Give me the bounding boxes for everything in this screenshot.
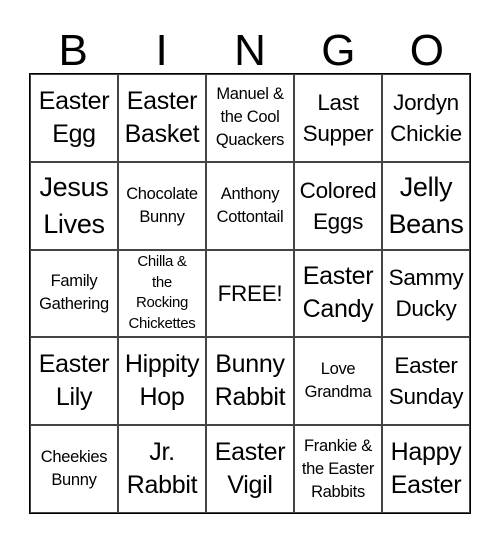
- free-cell[interactable]: FREE!: [206, 249, 294, 338]
- bingo-cell[interactable]: Easter Sunday: [382, 337, 470, 426]
- header-letter-i: I: [155, 26, 168, 75]
- bingo-cell[interactable]: Jelly Beans: [382, 161, 470, 250]
- header-letter-o: O: [409, 26, 444, 75]
- bingo-cell[interactable]: Easter Basket: [118, 74, 206, 162]
- bingo-cell[interactable]: Easter Egg: [30, 74, 118, 162]
- bingo-cell[interactable]: Easter Vigil: [206, 425, 294, 513]
- bingo-cell[interactable]: Bunny Rabbit: [206, 337, 294, 426]
- bingo-grid: Easter Egg Easter Basket Manuel & the Co…: [29, 73, 471, 514]
- bingo-cell[interactable]: Easter Candy: [294, 249, 382, 338]
- bingo-cell[interactable]: Manuel & the Cool Quackers: [206, 74, 294, 162]
- bingo-cell[interactable]: Easter Lily: [30, 337, 118, 426]
- bingo-cell[interactable]: Chocolate Bunny: [118, 161, 206, 250]
- bingo-header: B I N G O: [29, 28, 471, 73]
- bingo-cell[interactable]: Hippity Hop: [118, 337, 206, 426]
- bingo-cell[interactable]: Last Supper: [294, 74, 382, 162]
- bingo-cell[interactable]: Happy Easter: [382, 425, 470, 513]
- bingo-cell[interactable]: Jesus Lives: [30, 161, 118, 250]
- bingo-cell[interactable]: Love Grandma: [294, 337, 382, 426]
- bingo-cell[interactable]: Family Gathering: [30, 249, 118, 338]
- bingo-cell[interactable]: Cheekies Bunny: [30, 425, 118, 513]
- bingo-cell[interactable]: Anthony Cottontail: [206, 161, 294, 250]
- header-letter-b: B: [58, 26, 88, 75]
- bingo-cell[interactable]: Chilla & the Rocking Chickettes: [118, 249, 206, 338]
- bingo-cell[interactable]: Jr. Rabbit: [118, 425, 206, 513]
- bingo-cell[interactable]: Colored Eggs: [294, 161, 382, 250]
- bingo-cell[interactable]: Jordyn Chickie: [382, 74, 470, 162]
- bingo-cell[interactable]: Sammy Ducky: [382, 249, 470, 338]
- header-letter-n: N: [234, 26, 266, 75]
- bingo-cell[interactable]: Frankie & the Easter Rabbits: [294, 425, 382, 513]
- header-letter-g: G: [321, 26, 356, 75]
